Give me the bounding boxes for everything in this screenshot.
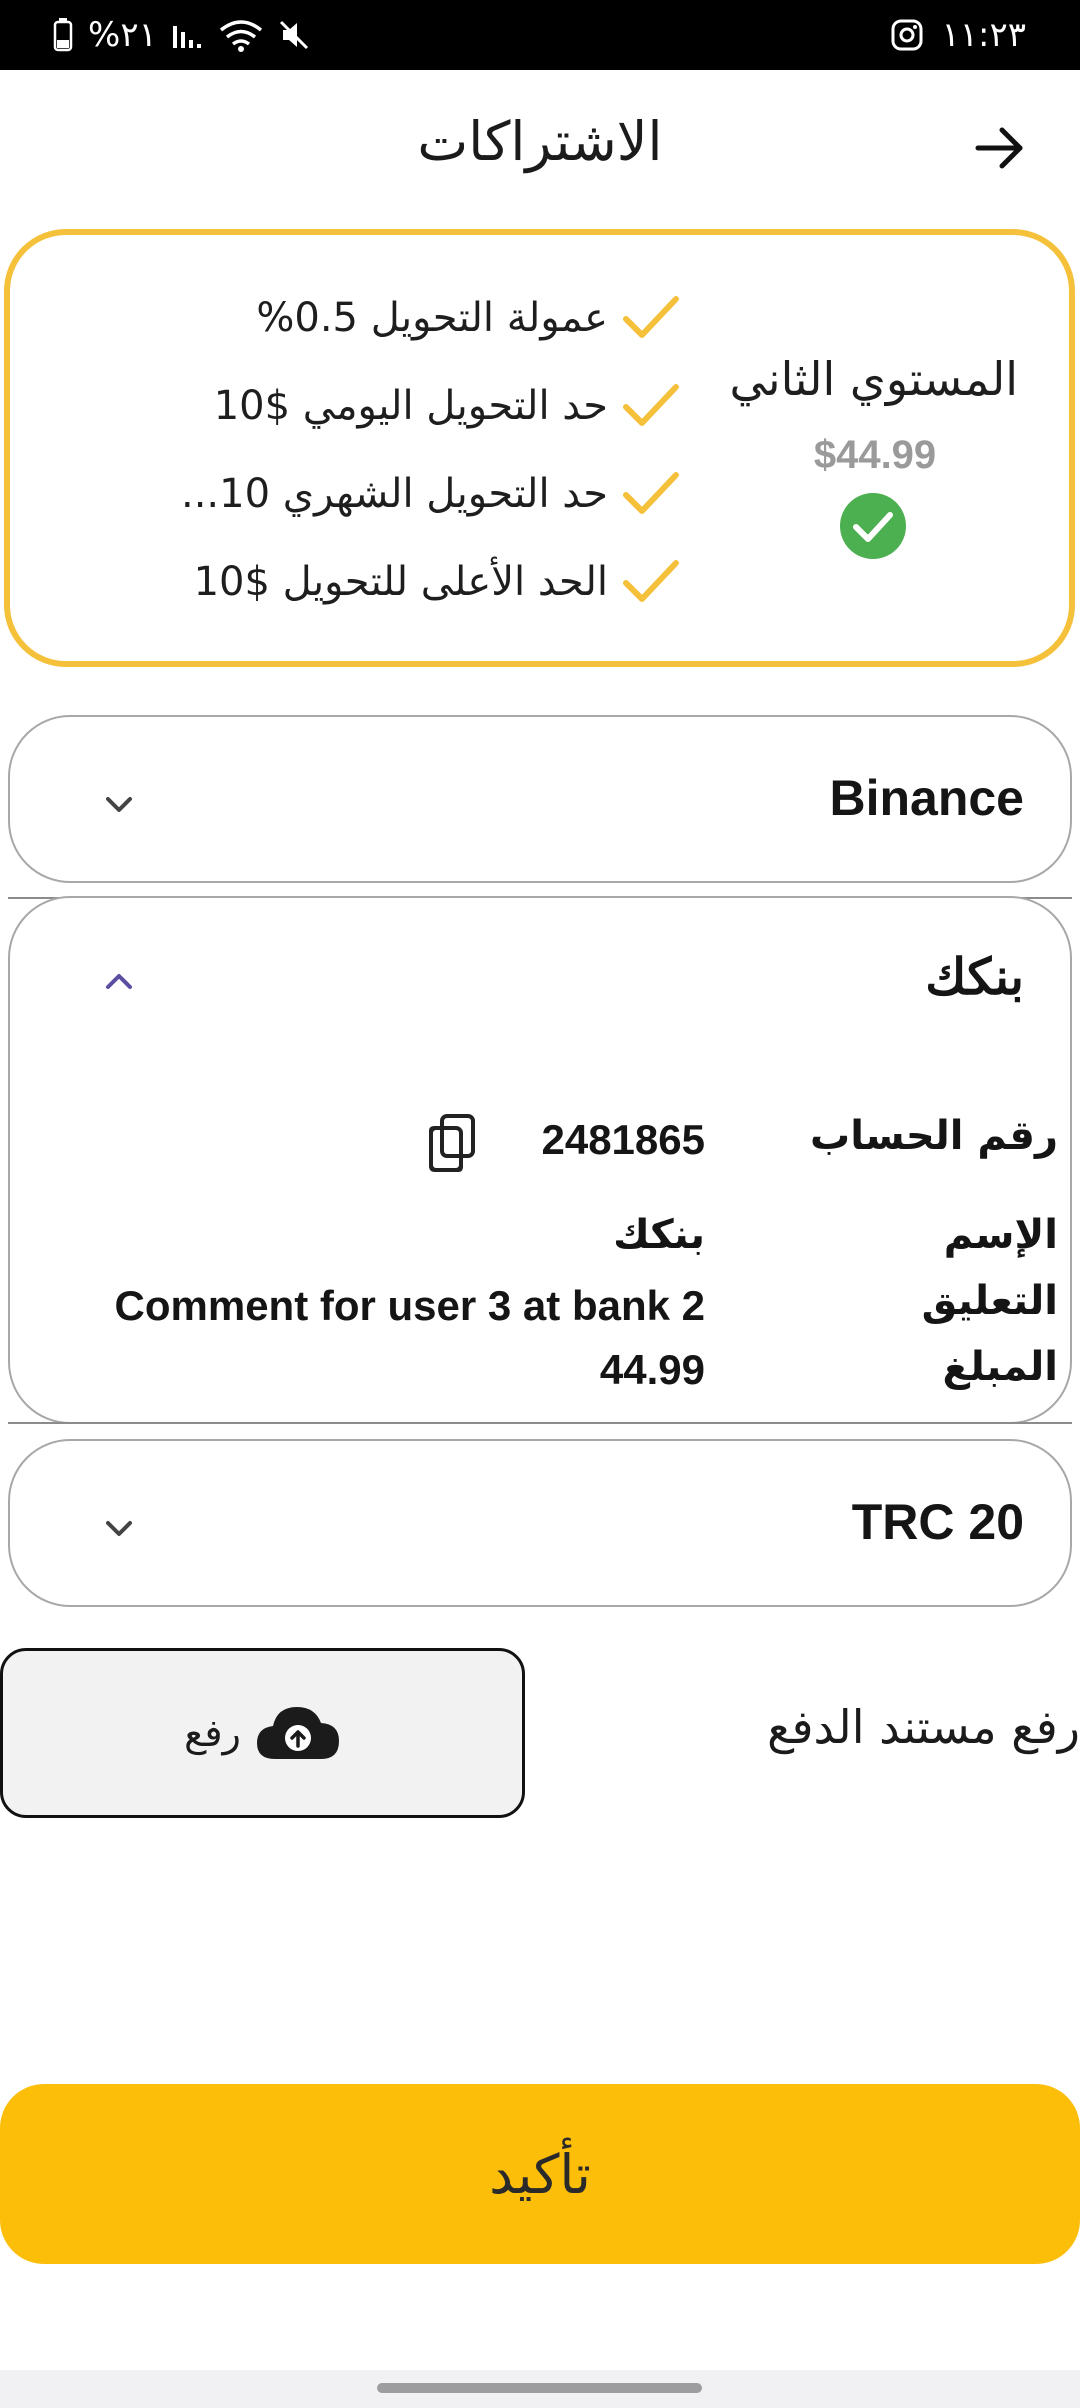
chevron-down-icon[interactable] bbox=[96, 1513, 142, 1543]
plan-feature: حد التحويل الشهري 10... bbox=[181, 464, 680, 524]
status-bar: %٢١ ١١:٢٣ bbox=[0, 0, 1080, 70]
cloud-upload-icon bbox=[256, 1707, 339, 1759]
page-title: الاشتراكات bbox=[417, 110, 663, 173]
mute-icon bbox=[279, 20, 308, 50]
home-gesture-handle[interactable] bbox=[377, 2383, 702, 2393]
plan-feature: حد التحويل اليومي $10 bbox=[214, 376, 680, 436]
plan-name: المستوي الثاني bbox=[729, 352, 1018, 406]
comment-value: Comment for user 3 at bank 2 bbox=[114, 1282, 705, 1329]
check-icon bbox=[623, 560, 679, 602]
plan-price: $44.99 bbox=[813, 433, 937, 477]
plan-feature-text: عمولة التحويل 0.5% bbox=[256, 295, 608, 341]
upload-button-label: رفع bbox=[184, 1711, 241, 1755]
chevron-down-icon[interactable] bbox=[96, 789, 142, 819]
comment-label: التعليق bbox=[921, 1278, 1058, 1324]
battery-percent: %٢١ bbox=[88, 15, 157, 55]
plan-feature-text: الحد الأعلى للتحويل $10 bbox=[193, 559, 608, 605]
name-label: الإسم bbox=[943, 1212, 1058, 1258]
divider bbox=[8, 1422, 1072, 1424]
payment-method-trc20[interactable]: TRC 20 bbox=[8, 1439, 1072, 1607]
signal-icon bbox=[172, 26, 201, 48]
name-value: بنكك bbox=[613, 1212, 705, 1258]
check-icon bbox=[623, 472, 679, 514]
back-arrow-icon[interactable] bbox=[972, 120, 1028, 176]
plan-feature: عمولة التحويل 0.5% bbox=[256, 288, 680, 348]
account-number-value: 2481865 bbox=[541, 1116, 705, 1163]
clock: ١١:٢٣ bbox=[941, 15, 1026, 55]
amount-label: المبلغ bbox=[942, 1344, 1058, 1390]
payment-method-bankak[interactable]: بنكك bbox=[8, 896, 1072, 1424]
instagram-icon bbox=[891, 19, 923, 51]
confirm-button[interactable]: تأكيد bbox=[0, 2084, 1080, 2264]
account-number-label: رقم الحساب bbox=[810, 1113, 1058, 1159]
plan-feature-text: حد التحويل اليومي $10 bbox=[213, 383, 608, 429]
upload-document-label: رفع مستند الدفع bbox=[767, 1700, 1080, 1754]
payment-method-title: بنكك bbox=[925, 949, 1024, 1005]
upload-button[interactable]: رفع bbox=[0, 1648, 525, 1818]
payment-method-title: TRC 20 bbox=[851, 1494, 1024, 1550]
plan-feature-text: حد التحويل الشهري 10... bbox=[180, 471, 608, 517]
payment-method-title: Binance bbox=[829, 770, 1024, 826]
wifi-icon bbox=[219, 20, 262, 52]
check-icon bbox=[623, 384, 679, 426]
confirm-button-label: تأكيد bbox=[489, 2142, 591, 2206]
plan-feature: الحد الأعلى للتحويل $10 bbox=[194, 552, 680, 612]
payment-method-binance[interactable]: Binance bbox=[8, 715, 1072, 883]
battery-icon bbox=[53, 18, 73, 52]
check-icon bbox=[623, 296, 679, 338]
chevron-up-icon[interactable] bbox=[96, 966, 142, 996]
selected-check-icon bbox=[840, 493, 906, 559]
copy-icon[interactable] bbox=[427, 1113, 477, 1173]
amount-value: 44.99 bbox=[599, 1346, 705, 1393]
